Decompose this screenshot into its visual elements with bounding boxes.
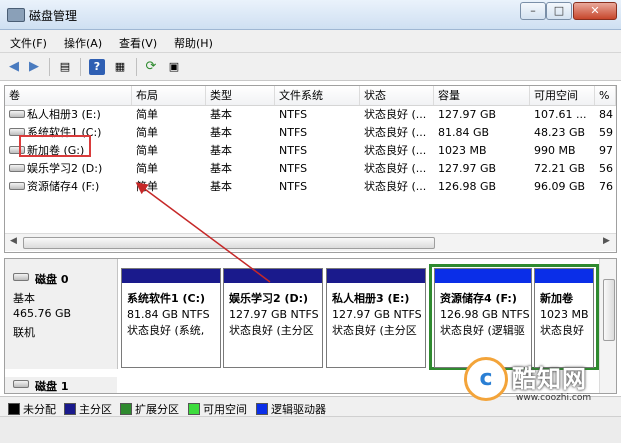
watermark-brand: 酷知网 [512, 365, 587, 393]
watermark-url: www.coozhi.com [516, 393, 592, 403]
coozhi-logo-icon: c [464, 357, 508, 401]
watermark: c 酷知网 www.coozhi.com [464, 355, 614, 415]
